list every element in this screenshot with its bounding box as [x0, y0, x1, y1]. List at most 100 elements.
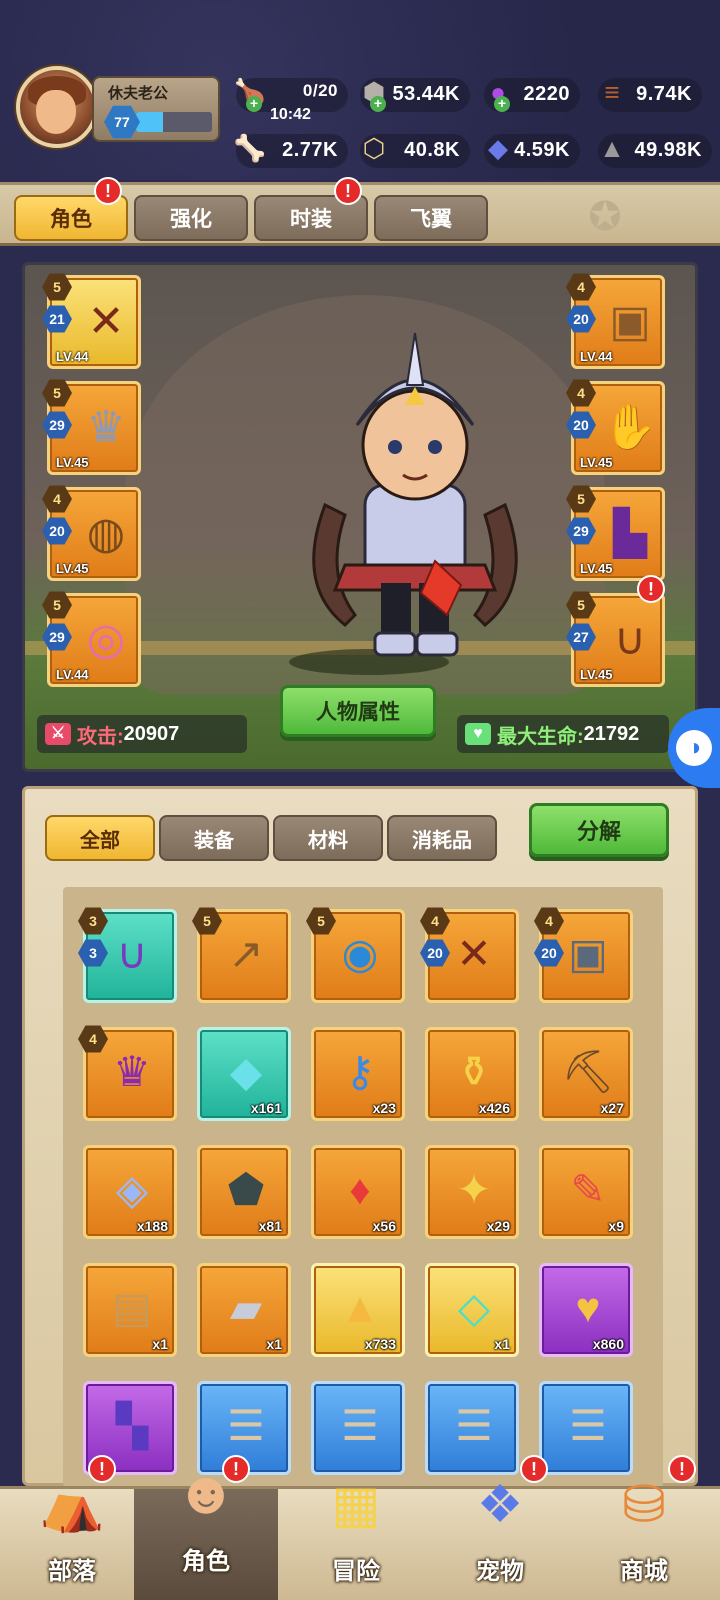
inventory-item[interactable]: ◇ x1: [425, 1263, 519, 1357]
inventory-item[interactable]: ▰ x1: [197, 1263, 291, 1357]
item-quantity: x81: [258, 1218, 282, 1234]
inventory-item[interactable]: ◈ x188: [83, 1145, 177, 1239]
ore-resource[interactable]: ⬢ + 53.44K: [360, 77, 470, 112]
ring-icon: ◎: [86, 615, 126, 664]
shoulder-armor-icon: ▣: [568, 930, 608, 977]
item-quantity: x23: [372, 1100, 396, 1116]
inventory-item[interactable]: ◆ x161: [197, 1027, 291, 1121]
equip-slot-helmet[interactable]: 5 29 ♛ LV.45: [42, 379, 141, 475]
character-scene: 5 21 ✕ LV.44 5 29 ♛ LV.45 4 20 ◍ LV.45 5…: [22, 262, 698, 772]
equip-slot-armor[interactable]: 4 20 ▣ LV.44: [566, 273, 665, 369]
crystal-icon: ◆: [229, 1048, 263, 1095]
player-avatar[interactable]: [16, 66, 98, 148]
inventory-item[interactable]: ☰: [539, 1381, 633, 1475]
inventory-item[interactable]: ▲ x733: [311, 1263, 405, 1357]
inventory-item[interactable]: ♦ x56: [311, 1145, 405, 1239]
decompose-button[interactable]: 分解: [529, 803, 669, 857]
max-hp-label: 最大生命:: [497, 725, 584, 748]
filter-all[interactable]: 全部: [45, 815, 155, 861]
nav-adventure-label: 冒险: [332, 1558, 380, 1585]
tab-wings[interactable]: 飞翼: [374, 195, 488, 241]
inventory-item[interactable]: ∪ 3 3: [78, 907, 177, 1003]
gem-icon: ◈: [115, 1166, 149, 1213]
character-attributes-button[interactable]: 人物属性: [280, 685, 436, 737]
pendant-icon: ◉: [341, 930, 379, 977]
item-quantity: x29: [486, 1218, 510, 1234]
star-badge: 5: [42, 273, 72, 301]
equip-slot-ring[interactable]: 5 29 ◎ LV.44: [42, 591, 141, 687]
wood-resource[interactable]: ≡ 9.74K: [598, 77, 702, 112]
scroll-icon: ☰: [227, 1402, 265, 1449]
enhance-badge: 27: [566, 623, 596, 651]
stone-icon: ▲: [599, 132, 625, 163]
purple-block-icon: ▚: [115, 1402, 149, 1449]
item-quantity: x27: [600, 1100, 624, 1116]
player-name-plate[interactable]: 休夫老公 77: [92, 76, 220, 142]
filter-materials[interactable]: 材料: [273, 815, 383, 861]
blue-crystal-resource[interactable]: ◆ 4.59K: [484, 133, 580, 168]
attack-value: 20907: [123, 722, 180, 745]
blue-crystal-value: 4.59K: [514, 139, 570, 161]
inventory-item[interactable]: ▣ 4 20: [534, 907, 633, 1003]
inventory-item[interactable]: ✕ 4 20: [420, 907, 519, 1003]
add-ore-icon[interactable]: +: [370, 96, 386, 112]
item-quantity: x1: [494, 1336, 510, 1352]
inventory-item[interactable]: ⚱ x426: [425, 1027, 519, 1121]
crossbow-icon: ✕: [87, 297, 125, 346]
filter-consumables[interactable]: 消耗品: [387, 815, 497, 861]
enhance-badge: 20: [566, 411, 596, 439]
coin-resource[interactable]: ⬡ 40.8K: [360, 133, 470, 168]
nav-character[interactable]: ☻ 角色 !: [134, 1455, 278, 1600]
gamepad-icon: ◑: [676, 730, 712, 766]
purple-gem-resource[interactable]: ● + 2220: [484, 77, 580, 112]
nav-adventure[interactable]: ▦ 冒险: [284, 1476, 428, 1600]
star-badge: 5: [42, 591, 72, 619]
inventory-item[interactable]: ⬟ x81: [197, 1145, 291, 1239]
equip-level: LV.44: [56, 349, 89, 364]
add-purple-gem-icon[interactable]: +: [494, 96, 510, 112]
inventory-item[interactable]: ✎ x9: [539, 1145, 633, 1239]
nav-pets-alert-badge: !: [520, 1455, 548, 1483]
nav-pets[interactable]: ❖ 宠物 !: [428, 1455, 572, 1600]
nav-tribe[interactable]: ⛺ 部落 !: [0, 1455, 144, 1600]
inventory-item[interactable]: ♥ x860: [539, 1263, 633, 1357]
tab-enhance[interactable]: 强化: [134, 195, 248, 241]
tab-character-alert-badge: !: [94, 177, 122, 205]
inventory-item[interactable]: ♛ 4: [78, 1025, 177, 1121]
inventory-item[interactable]: ☰: [311, 1381, 405, 1475]
inventory-item[interactable]: ◉ 5: [306, 907, 405, 1003]
item-quantity: x860: [592, 1336, 624, 1352]
inventory-item[interactable]: ↗ 5: [192, 907, 291, 1003]
nav-tribe-alert-badge: !: [88, 1455, 116, 1483]
equip-slot-weapon[interactable]: 5 21 ✕ LV.44: [42, 273, 141, 369]
equip-slot-gauntlet[interactable]: 4 20 ✋ LV.45: [566, 379, 665, 475]
inventory-item[interactable]: ☰: [425, 1381, 519, 1475]
equip-slot-bag[interactable]: 4 20 ◍ LV.45: [42, 485, 141, 581]
potion-icon: ⚱: [456, 1048, 492, 1095]
player-name: 休夫老公: [108, 85, 169, 102]
inventory-item[interactable]: ⛏ x27: [539, 1027, 633, 1121]
coin-value: 40.8K: [404, 139, 460, 161]
inventory-item[interactable]: ⚷ x23: [311, 1027, 405, 1121]
item-quantity: x1: [152, 1336, 168, 1352]
nav-pets-label: 宠物: [476, 1558, 524, 1585]
inventory-item[interactable]: ✦ x29: [425, 1145, 519, 1239]
nav-shop[interactable]: ⛁ 商城 !: [572, 1455, 716, 1600]
item-quantity: x56: [372, 1218, 396, 1234]
equip-level: LV.45: [580, 561, 613, 576]
filter-equipment[interactable]: 装备: [159, 815, 269, 861]
inventory-item[interactable]: ▤ x1: [83, 1263, 177, 1357]
equip-slot-boots[interactable]: 5 29 ▙ LV.45: [566, 485, 665, 581]
bone-resource[interactable]: 🦴 2.77K: [234, 133, 348, 168]
ore-value: 53.44K: [392, 83, 460, 105]
equip-slot-necklace[interactable]: 5 27 ∪ LV.45: [566, 591, 665, 687]
stone-resource[interactable]: ▲ 49.98K: [598, 133, 712, 168]
hero-character[interactable]: [285, 325, 545, 675]
nav-character-alert-badge: !: [222, 1455, 250, 1483]
item-quantity: x161: [250, 1100, 282, 1116]
item-quantity: x426: [478, 1100, 510, 1116]
add-stamina-icon[interactable]: +: [246, 96, 262, 112]
scroll-icon: ☰: [569, 1402, 607, 1449]
inventory-grid: ∪ 3 3 ↗ 5 ◉ 5 ✕ 4 20 ▣ 4 20 ♛ 4 ◆ x161 ⚷ x23 ⚱ x426 ⛏ x27 ◈ x188…: [63, 887, 663, 1487]
max-hp-stat: ♥ 最大生命: 21792: [457, 715, 669, 753]
